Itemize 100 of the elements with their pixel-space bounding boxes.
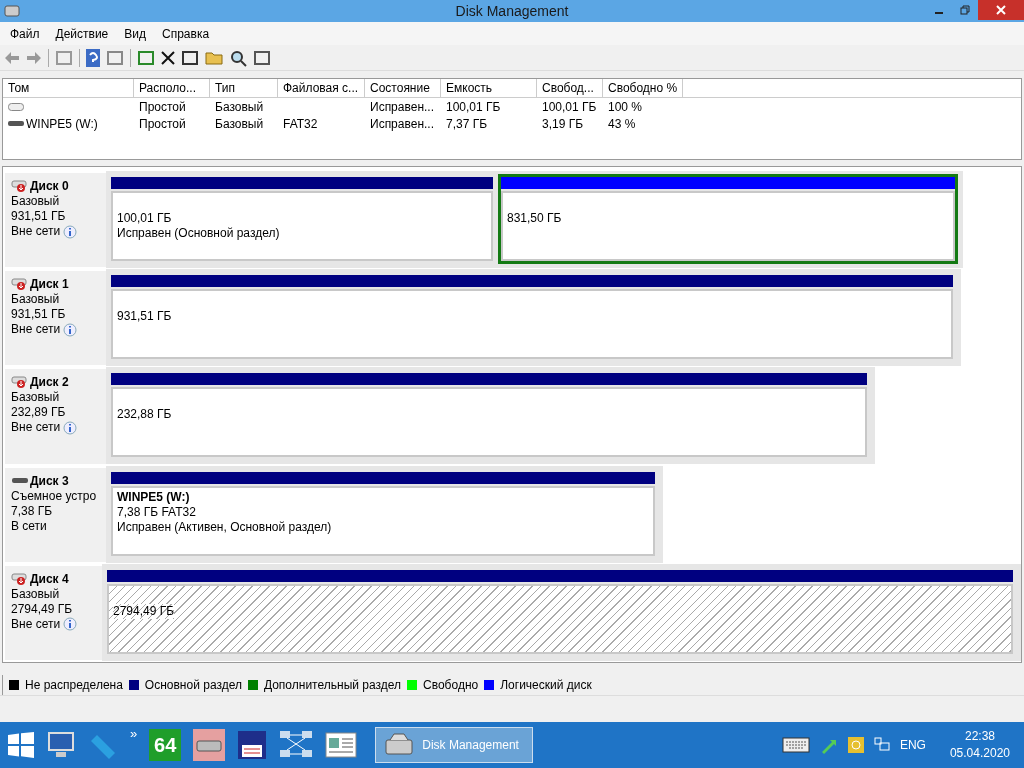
column-header[interactable]: Том — [3, 79, 134, 97]
disk-size: 7,38 ГБ — [11, 503, 53, 519]
disk-status: Вне сети — [11, 420, 61, 436]
computer-icon[interactable] — [46, 731, 76, 759]
disk-name: Диск 4 — [30, 571, 69, 587]
partition[interactable]: WINPE5 (W:) 7,38 ГБ FAT32 Исправен (Активен, Основной раздел) — [108, 468, 658, 559]
legend-label: Не распределена — [25, 678, 123, 692]
partition-size: 232,88 ГБ — [117, 407, 172, 423]
table-cell: Исправен... — [370, 99, 434, 114]
partition[interactable]: 232,88 ГБ — [108, 370, 870, 461]
table-cell: 43 % — [608, 116, 636, 131]
table-cell: Базовый — [215, 99, 264, 114]
network-icon[interactable] — [873, 737, 890, 753]
legend-label: Логический диск — [500, 678, 592, 692]
partition[interactable]: 931,51 ГБ — [108, 272, 956, 363]
partition-size: 831,50 ГБ — [507, 211, 562, 226]
legend-label: Основной раздел — [144, 678, 242, 692]
info-icon[interactable] — [63, 322, 78, 337]
table-cell: 100,01 ГБ — [542, 99, 597, 114]
column-header[interactable]: Емкость — [441, 79, 537, 97]
restore-icon — [960, 5, 970, 15]
delete-icon[interactable] — [161, 50, 175, 65]
partition-status: Исправен (Основной раздел) — [117, 226, 280, 241]
disk-name: Диск 0 — [30, 179, 69, 194]
keyboard-icon[interactable] — [781, 737, 810, 753]
disk-type: Базовый — [11, 194, 60, 209]
help-icon[interactable] — [86, 48, 100, 67]
table-cell: Исправен... — [370, 116, 434, 131]
table-cell: 7,37 ГБ — [446, 116, 488, 131]
clock[interactable]: 22:38 05.04.2020 — [949, 728, 1010, 762]
info-icon[interactable] — [63, 420, 78, 435]
disk-size: 931,51 ГБ — [11, 209, 66, 224]
windows-logo-icon[interactable] — [8, 732, 34, 758]
folder-icon[interactable] — [205, 49, 223, 66]
column-header[interactable]: Располо... — [134, 79, 210, 97]
disk-type: Съемное устро — [11, 488, 97, 504]
column-header[interactable]: Состояние — [365, 79, 441, 97]
legend-label: Дополнительный раздел — [263, 678, 402, 692]
disk-status: Вне сети — [11, 322, 61, 338]
partition-size: 2794,49 ГБ — [113, 603, 175, 619]
table-cell: 100 % — [608, 99, 643, 114]
partition-size: 7,38 ГБ FAT32 — [117, 504, 196, 520]
disk-size: 232,89 ГБ — [11, 405, 66, 421]
tray-app-icon[interactable] — [847, 737, 864, 753]
legend-label: Свободно — [423, 678, 479, 692]
info-icon[interactable] — [63, 224, 78, 239]
menu-item[interactable]: Вид — [116, 26, 154, 41]
drive-icon — [11, 477, 29, 486]
table-cell: 100,01 ГБ — [446, 99, 501, 114]
language-indicator[interactable]: ENG — [899, 738, 926, 752]
disk-offline-icon — [11, 180, 29, 193]
disk-type: Базовый — [11, 586, 60, 602]
disk-type: Базовый — [11, 292, 60, 308]
disk-icon — [384, 732, 415, 758]
column-header[interactable]: Файловая с... — [278, 79, 365, 97]
disk-status: Вне сети — [11, 616, 61, 632]
table-cell: Базовый — [215, 116, 264, 131]
disk-status: Вне сети — [11, 224, 61, 239]
column-header[interactable]: Тип — [210, 79, 278, 97]
partition[interactable]: 831,50 ГБ — [498, 174, 958, 264]
table-cell: 3,19 ГБ — [542, 116, 584, 131]
picture-document-icon[interactable] — [325, 732, 358, 758]
column-header[interactable]: Свобод... — [537, 79, 603, 97]
disk-offline-icon — [11, 572, 29, 586]
menu-item[interactable]: Файл — [2, 26, 48, 41]
disk-size: 2794,49 ГБ — [11, 601, 73, 617]
network-icon[interactable] — [279, 730, 314, 760]
disk-offline-icon — [11, 376, 29, 390]
table-cell: WINPE5 (W:) — [26, 116, 98, 131]
back-arrow-icon[interactable] — [4, 50, 20, 65]
app-tile[interactable]: 64 — [149, 729, 182, 761]
search-icon[interactable] — [229, 48, 247, 67]
table-cell: Простой — [139, 99, 186, 114]
table-cell: Простой — [139, 116, 186, 131]
drive-icon — [8, 120, 24, 127]
disk-type: Базовый — [11, 390, 60, 406]
info-icon[interactable] — [63, 617, 78, 632]
close-icon — [996, 5, 1006, 15]
table-cell: FAT32 — [283, 116, 318, 131]
disk-name: Диск 2 — [30, 375, 69, 391]
close-button[interactable] — [978, 0, 1024, 20]
disk-status: В сети — [11, 518, 47, 534]
disk-name: Диск 1 — [30, 277, 69, 293]
forward-arrow-icon[interactable] — [26, 50, 42, 65]
column-header[interactable]: Свободно % — [603, 79, 683, 97]
partition-size: 100,01 ГБ — [117, 211, 172, 226]
partition-label: WINPE5 (W:) — [117, 489, 190, 505]
menu-item[interactable]: Справка — [154, 26, 218, 41]
partition[interactable]: 100,01 ГБ Исправен (Основной раздел) — [108, 174, 496, 264]
window-title: Disk Management — [455, 3, 569, 19]
partition-size: 931,51 ГБ — [117, 309, 172, 325]
disk-size: 931,51 ГБ — [11, 307, 66, 323]
disk-name: Диск 3 — [30, 473, 69, 489]
minimize-icon — [935, 12, 943, 14]
disk-offline-icon — [11, 278, 29, 292]
partition-status: Исправен (Активен, Основной раздел) — [117, 519, 332, 535]
overflow-chevron[interactable]: » — [130, 726, 138, 741]
drive-icon[interactable] — [193, 729, 226, 761]
menu-item[interactable]: Действие — [47, 26, 117, 41]
partition[interactable]: 2794,49 ГБ — [104, 566, 1016, 657]
